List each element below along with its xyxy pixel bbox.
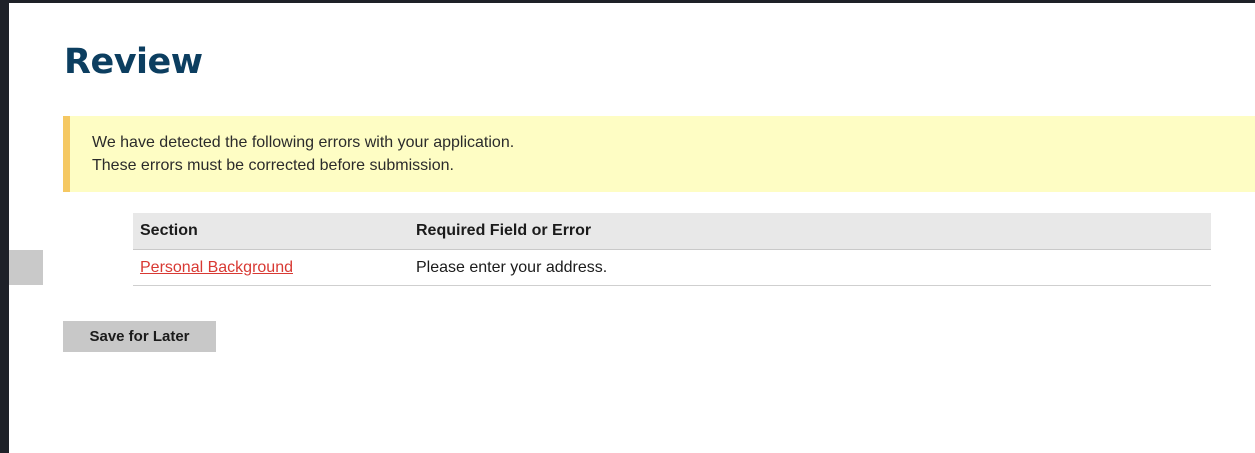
personal-background-link[interactable]: Personal Background [140,259,293,276]
alert-line-1: We have detected the following errors wi… [92,134,515,151]
window-frame-top [0,0,1255,3]
column-header-section: Section [133,213,409,250]
error-cell: Please enter your address. [409,249,1211,286]
errors-table: Section Required Field or Error Personal… [133,213,1211,286]
table-header-row: Section Required Field or Error [133,213,1211,250]
section-cell: Personal Background [133,249,409,286]
column-header-error: Required Field or Error [409,213,1211,250]
error-alert: We have detected the following errors wi… [63,116,1255,192]
alert-line-2: These errors must be corrected before su… [92,157,454,174]
table-row: Personal Background Please enter your ad… [133,249,1211,286]
window-frame-left [0,0,9,453]
page-title: Review [64,42,203,82]
side-feedback-tab[interactable] [9,250,43,285]
save-for-later-button[interactable]: Save for Later [63,321,216,352]
